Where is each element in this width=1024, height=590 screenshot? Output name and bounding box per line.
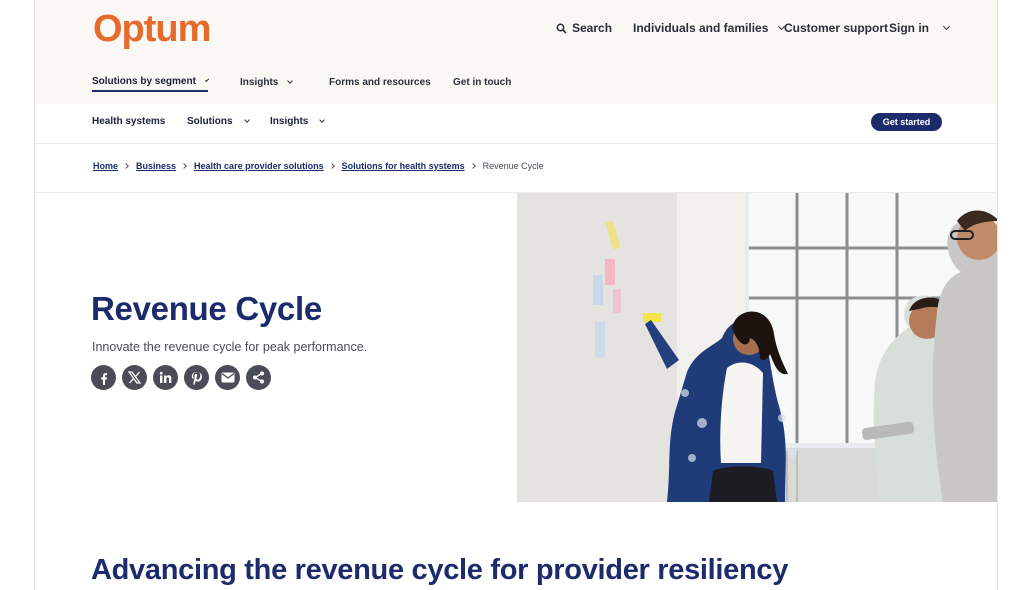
breadcrumb-home[interactable]: Home <box>93 161 118 171</box>
breadcrumb-business[interactable]: Business <box>136 161 176 171</box>
breadcrumb-current: Revenue Cycle <box>482 161 544 171</box>
chevron-right-icon <box>181 163 187 169</box>
customer-support-link[interactable]: Customer support <box>784 20 888 36</box>
nav-solutions-by-segment[interactable]: Solutions by segment <box>92 72 210 92</box>
section-title: Advancing the revenue cycle for provider… <box>91 554 789 586</box>
sign-in-label: Sign in <box>889 21 929 35</box>
x-icon[interactable] <box>122 365 147 390</box>
subnav-solutions[interactable]: Solutions <box>187 116 250 127</box>
breadcrumb-solutions-for-health-systems[interactable]: Solutions for health systems <box>342 161 465 171</box>
breadcrumb: Home Business Health care provider solut… <box>93 160 544 172</box>
chevron-down-icon <box>243 117 250 123</box>
page-title: Revenue Cycle <box>91 290 322 327</box>
linkedin-icon[interactable] <box>153 365 178 390</box>
get-started-button[interactable]: Get started <box>871 113 942 131</box>
individuals-and-families-link[interactable]: Individuals and families <box>633 20 786 36</box>
nav-label: Get in touch <box>453 76 512 88</box>
breadcrumb-health-care-provider-solutions[interactable]: Health care provider solutions <box>194 161 324 171</box>
nav-label: Insights <box>240 76 279 88</box>
subnav-label: Health systems <box>92 116 166 127</box>
share-icon[interactable] <box>246 365 271 390</box>
subnav-health-systems[interactable]: Health systems <box>92 116 165 127</box>
chevron-down-icon <box>942 22 951 31</box>
chevron-down-icon <box>204 77 210 82</box>
search-label: Search <box>572 21 613 35</box>
top-header: Optum Search Individuals and families Cu… <box>35 0 997 104</box>
nav-insights[interactable]: Insights <box>240 72 294 92</box>
chevron-right-icon <box>469 163 476 169</box>
customer-support-label: Customer support <box>784 21 889 35</box>
chevron-down-icon <box>319 117 326 123</box>
chevron-down-icon <box>287 77 294 84</box>
page: Optum Search Individuals and families Cu… <box>34 0 998 590</box>
email-icon[interactable] <box>215 365 240 390</box>
hero-image <box>517 193 997 502</box>
nav-label: Solutions by segment <box>92 75 196 87</box>
subnav-insights[interactable]: Insights <box>270 116 326 127</box>
chevron-right-icon <box>328 163 335 169</box>
subnav-label: Solutions <box>187 116 233 127</box>
nav-label: Forms and resources <box>329 76 431 88</box>
share-buttons <box>91 365 271 390</box>
facebook-icon[interactable] <box>91 365 116 390</box>
nav-forms-and-resources[interactable]: Forms and resources <box>329 72 431 92</box>
utility-nav: Search Individuals and families Customer… <box>35 20 997 36</box>
nav-get-in-touch[interactable]: Get in touch <box>453 72 511 92</box>
subnav-label: Insights <box>270 116 309 127</box>
hero-photo <box>517 193 997 502</box>
primary-nav: Solutions by segment Insights Forms and … <box>35 72 997 96</box>
sign-in-link[interactable]: Sign in <box>889 20 951 36</box>
sub-nav: Health systems Solutions Insights Get st… <box>35 104 997 144</box>
chevron-right-icon <box>123 163 129 169</box>
page-subtitle: Innovate the revenue cycle for peak perf… <box>92 340 368 354</box>
pinterest-icon[interactable] <box>184 365 209 390</box>
individuals-and-families-label: Individuals and families <box>633 21 769 35</box>
search-button[interactable]: Search <box>556 20 612 36</box>
search-icon <box>556 23 567 34</box>
